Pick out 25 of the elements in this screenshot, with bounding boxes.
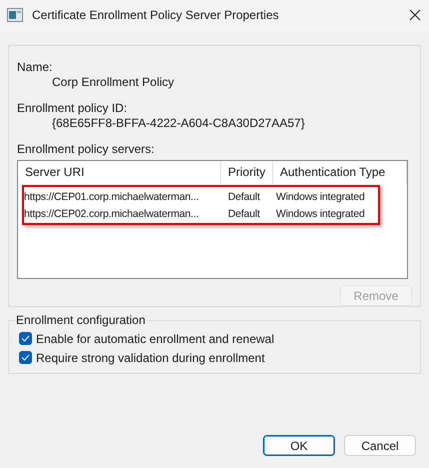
servers-label: Enrollment policy servers: [17, 142, 156, 157]
table-cell-text: Windows integrated [275, 208, 366, 220]
checkbox[interactable] [19, 351, 32, 364]
name-label: Name: [17, 60, 54, 75]
table-cell-text: Default [227, 208, 261, 220]
checkbox-label: Require strong validation during enrollment [36, 350, 265, 364]
checkbox[interactable] [19, 332, 32, 345]
column-header[interactable]: Server URI [18, 161, 221, 184]
app-icon [7, 8, 23, 22]
table-cell-text: Default [227, 190, 261, 202]
policy-id-value: {68E65FF8-BFFA-4222-A604-C8A30D27AA57} [51, 116, 306, 131]
table-cell-text: Windows integrated [275, 190, 366, 202]
name-value: Corp Enrollment Policy [51, 75, 176, 90]
group-title: Enrollment configuration [15, 313, 146, 327]
checkbox-label: Enable for automatic enrollment and renewal [36, 332, 274, 346]
servers-list[interactable]: Server URI Priority Authentication Type https://CEP01.corp.michaelwaterman... Default Windows integrated https://CEP02.corp.michaelwaterman... Default Windows integrated [17, 160, 408, 279]
window-title: Certificate Enrollment Policy Server Properties [32, 8, 280, 22]
table-cell-text: https://CEP01.corp.michaelwaterman... [24, 190, 200, 202]
policy-id-label: Enrollment policy ID: [17, 101, 128, 116]
dialog-button[interactable]: OK [263, 435, 335, 456]
dialog-button[interactable]: Cancel [344, 435, 416, 456]
column-header[interactable]: Authentication Type [273, 161, 407, 184]
table-cell-text: https://CEP02.corp.michaelwaterman... [24, 208, 200, 220]
close-icon[interactable] [409, 9, 421, 21]
column-header[interactable]: Priority [221, 161, 273, 184]
